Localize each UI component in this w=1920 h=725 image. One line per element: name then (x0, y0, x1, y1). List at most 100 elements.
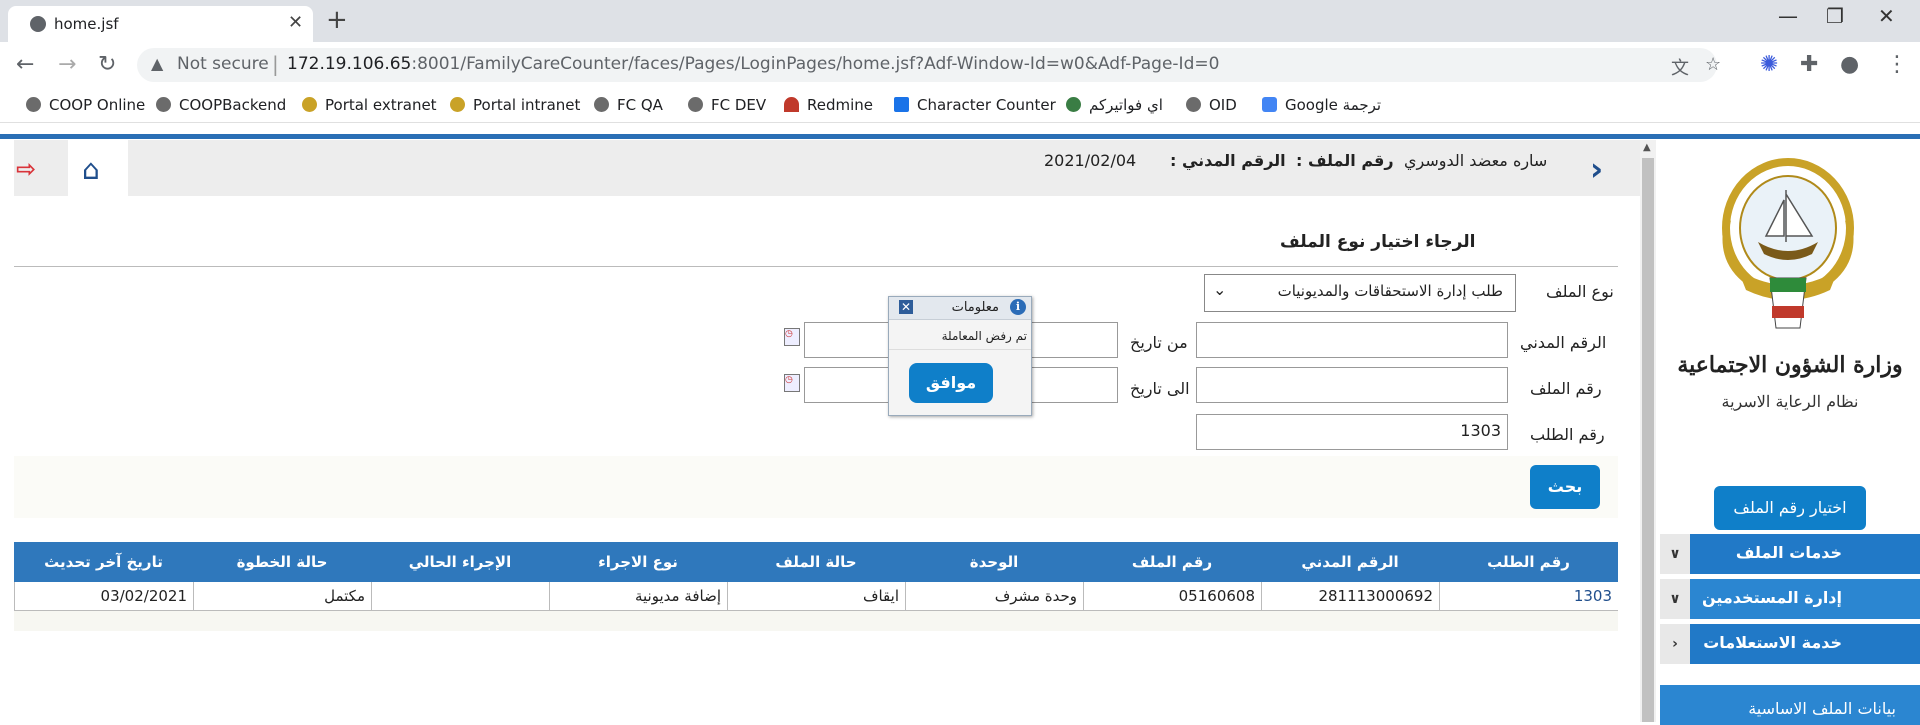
column-header[interactable]: نوع الاجراء (549, 542, 727, 582)
bookmark-item[interactable]: Google ترجمة (1262, 96, 1381, 114)
puzzle-icon[interactable]: ✚ (1800, 52, 1818, 77)
restore-icon[interactable]: ❐ (1826, 4, 1844, 28)
bookmark-item[interactable]: اي فواتيركم (1066, 96, 1163, 114)
table-header: رقم الطلب الرقم المدني رقم الملف الوحدة … (14, 542, 1618, 582)
menu-inquiry-service[interactable]: خدمة الاستعلامات ‹ (1660, 624, 1920, 664)
choose-file-number-button[interactable]: اختيار رقم الملف (1714, 486, 1866, 530)
address-bar[interactable]: ▲ Not secure | 172.19.106.65:8001/Family… (137, 48, 1721, 82)
top-accent-stripe (0, 134, 1920, 139)
scroll-up-icon[interactable]: ▲ (1643, 142, 1651, 153)
table-row[interactable]: 1303 281113000692 05160608 وحدة مشرف ايق… (14, 582, 1618, 611)
column-header[interactable]: الإجراء الحالي (371, 542, 549, 582)
bookmark-item[interactable]: Redmine (784, 96, 873, 114)
emblem-icon (302, 97, 317, 112)
scrollbar-thumb[interactable] (1642, 158, 1654, 722)
bookmark-item[interactable]: Character Counter (894, 96, 1056, 114)
file-no-label: رقم الملف (1530, 379, 1602, 398)
bookmark-item[interactable]: Portal extranet (302, 96, 437, 114)
tab-title: home.jsf (54, 15, 119, 33)
bookmark-item[interactable]: FC DEV (688, 96, 766, 114)
civil-no-label: الرقم المدني (1520, 333, 1607, 352)
home-icon[interactable]: ⌂ (82, 153, 100, 186)
bookmark-item[interactable]: OID (1186, 96, 1237, 114)
header-file-no-label: رقم الملف : (1296, 151, 1394, 170)
browser-tab-bar: home.jsf ✕ + — ❐ ✕ (0, 0, 1920, 42)
star-icon[interactable]: ☆ (1705, 54, 1721, 75)
table-footer-band (14, 611, 1618, 631)
kuwait-emblem-icon (1722, 158, 1854, 329)
calendar-icon[interactable]: ◷ (784, 328, 800, 346)
browser-tab[interactable]: home.jsf ✕ (8, 6, 313, 42)
header-date: 2021/02/04 (1044, 151, 1137, 170)
back-icon[interactable]: ← (16, 52, 34, 77)
globe-icon (688, 97, 703, 112)
scrollbar[interactable]: ▲ (1640, 140, 1656, 722)
bookmark-item[interactable]: Portal intranet (450, 96, 580, 114)
globe-icon (156, 97, 171, 112)
invoice-icon (1066, 97, 1081, 112)
bookmark-item[interactable]: COOP Online (26, 96, 145, 114)
cell-step-status: مكتمل (193, 582, 371, 610)
column-header[interactable]: الوحدة (905, 542, 1083, 582)
cell-action-type: إضافة مديونية (549, 582, 727, 610)
extension-icon[interactable]: ✺ (1760, 52, 1778, 77)
globe-icon (594, 97, 609, 112)
character-counter-icon (894, 97, 909, 112)
file-type-select[interactable]: طلب إدارة الاستحقاقات والمديونيات ⌄ (1204, 274, 1516, 312)
chevron-down-icon: ∨ (1660, 534, 1690, 574)
cell-current-action (371, 582, 549, 610)
column-header[interactable]: رقم الملف (1083, 542, 1261, 582)
column-header[interactable]: رقم الطلب (1439, 542, 1618, 582)
cell-request-no[interactable]: 1303 (1439, 582, 1618, 610)
menu-basic-file-data[interactable]: بيانات الملف الاساسية (1660, 685, 1920, 725)
forward-icon[interactable]: → (58, 52, 76, 77)
file-type-label: نوع الملف (1546, 282, 1614, 301)
new-tab-icon[interactable]: + (326, 5, 348, 35)
to-date-label: الى تاريخ (1130, 379, 1190, 398)
menu-file-services[interactable]: خدمات الملف ∨ (1660, 534, 1920, 574)
info-dialog: ✕ معلومات i تم رفض المعاملة موافق (888, 296, 1032, 416)
redmine-icon (784, 97, 799, 112)
app-header (14, 140, 1646, 196)
cell-last-update: 03/02/2021 (14, 582, 193, 610)
globe-icon (30, 16, 46, 32)
request-no-label: رقم الطلب (1530, 425, 1605, 444)
chevron-right-icon[interactable]: › (1590, 150, 1603, 188)
cell-civil-no: 281113000692 (1261, 582, 1439, 610)
close-tab-icon[interactable]: ✕ (288, 12, 303, 33)
file-no-input[interactable] (1196, 367, 1508, 403)
column-header[interactable]: تاريخ آخر تحديث (14, 542, 193, 582)
menu-user-management[interactable]: إدارة المستخدمين ∨ (1660, 579, 1920, 619)
logout-icon[interactable]: ⇨ (16, 155, 36, 183)
translate-icon[interactable]: 文 (1671, 54, 1689, 80)
menu-dots-icon[interactable]: ⋮ (1886, 52, 1908, 77)
close-icon[interactable]: ✕ (899, 300, 913, 314)
reload-icon[interactable]: ↻ (98, 52, 116, 77)
column-header[interactable]: حالة الملف (727, 542, 905, 582)
close-window-icon[interactable]: ✕ (1878, 4, 1895, 28)
request-no-input[interactable]: 1303 (1196, 414, 1508, 450)
cell-unit: وحدة مشرف (905, 582, 1083, 610)
from-date-label: من تاريخ (1130, 333, 1188, 352)
search-button[interactable]: بحث (1530, 465, 1600, 509)
not-secure-label: Not secure (177, 54, 269, 74)
warning-icon: ▲ (151, 54, 164, 73)
column-header[interactable]: حالة الخطوة (193, 542, 371, 582)
search-area (14, 456, 1618, 518)
dialog-message: تم رفض المعاملة (941, 329, 1027, 343)
url-text[interactable]: 172.19.106.65:8001/FamilyCareCounter/fac… (287, 54, 1219, 74)
bookmarks-bar: COOP Online COOPBackend Portal extranet … (0, 90, 1920, 123)
form-title: الرجاء اختيار نوع الملف (1280, 232, 1476, 252)
divider (14, 266, 1618, 267)
bookmark-item[interactable]: COOPBackend (156, 96, 286, 114)
bookmark-item[interactable]: FC QA (594, 96, 663, 114)
column-header[interactable]: الرقم المدني (1261, 542, 1439, 582)
system-name: نظام الرعاية الاسرية (1721, 392, 1859, 411)
profile-icon[interactable]: ● (1840, 52, 1859, 77)
calendar-icon[interactable]: ◷ (784, 374, 800, 392)
civil-no-input[interactable] (1196, 322, 1508, 358)
minimize-icon[interactable]: — (1778, 4, 1798, 28)
cell-file-status: ايقاف (727, 582, 905, 610)
info-icon: i (1010, 299, 1026, 315)
ok-button[interactable]: موافق (909, 363, 993, 403)
